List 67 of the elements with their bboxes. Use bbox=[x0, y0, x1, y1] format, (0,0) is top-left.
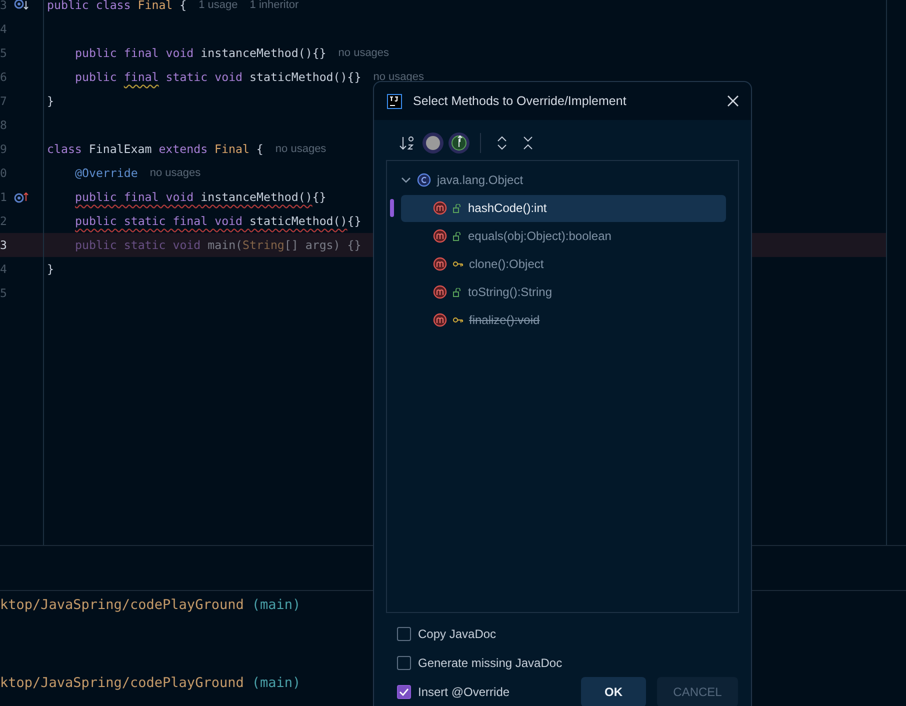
line-number: 3 bbox=[0, 0, 8, 12]
line-number: 2 bbox=[0, 214, 8, 228]
line-number: 1 bbox=[0, 190, 8, 204]
checkbox[interactable] bbox=[397, 627, 411, 641]
checkbox[interactable] bbox=[397, 685, 411, 699]
app-logo-icon bbox=[387, 94, 402, 108]
usage-hint[interactable]: no usages bbox=[150, 167, 201, 179]
code-text: @Override bbox=[74, 166, 138, 180]
line-number: 4 bbox=[0, 22, 8, 36]
code-text: class FinalExam extends Final { bbox=[47, 142, 264, 156]
method-item[interactable]: toString():String bbox=[401, 278, 726, 306]
code-text: } bbox=[47, 262, 54, 276]
line-number: 4 bbox=[0, 262, 8, 276]
line-number: 8 bbox=[0, 118, 8, 132]
code-text: public static final void staticMethod(){} bbox=[74, 214, 362, 228]
cancel-button[interactable]: CANCEL bbox=[657, 677, 738, 706]
checkbox[interactable] bbox=[397, 656, 411, 670]
code-text: public class Final { bbox=[47, 0, 187, 12]
method-item[interactable]: equals(obj:Object):boolean bbox=[401, 222, 726, 250]
usage-hint[interactable]: no usages bbox=[373, 71, 424, 83]
code-text: public final void instanceMethod(){} bbox=[74, 46, 326, 60]
method-item[interactable]: clone():Object bbox=[401, 250, 726, 278]
code-text: } bbox=[47, 94, 54, 108]
code-text: public final void instanceMethod(){} bbox=[74, 190, 326, 204]
tree-item[interactable]: java.lang.Object bbox=[401, 166, 726, 194]
open-lock-icon bbox=[453, 204, 462, 212]
key-icon bbox=[453, 260, 463, 268]
git-branch: (main) bbox=[252, 597, 301, 613]
line-number: 0 bbox=[0, 166, 8, 180]
terminal-path: ktop/JavaSpring/codePlayGround bbox=[0, 675, 244, 691]
class-icon bbox=[417, 173, 431, 187]
open-lock-icon bbox=[453, 232, 462, 240]
method-item[interactable]: finalize():void bbox=[401, 306, 726, 334]
option-checkbox[interactable]: Generate missing JavaDoc bbox=[397, 654, 562, 672]
method-icon bbox=[433, 229, 447, 243]
open-lock-icon bbox=[453, 288, 462, 296]
key-icon bbox=[453, 316, 463, 324]
line-number: 7 bbox=[0, 94, 8, 108]
option-checkbox[interactable]: Copy JavaDoc bbox=[397, 625, 496, 643]
usage-hint[interactable]: no usages bbox=[338, 47, 390, 59]
line-number: 3 bbox=[0, 238, 8, 252]
method-icon bbox=[433, 285, 447, 299]
usage-hint[interactable]: 1 inheritor bbox=[250, 0, 299, 11]
overrides-icon[interactable] bbox=[14, 191, 29, 203]
implemented-icon[interactable] bbox=[14, 0, 29, 11]
terminal-path: ktop/JavaSpring/codePlayGround bbox=[0, 597, 244, 613]
line-number: 6 bbox=[0, 70, 8, 84]
git-branch: (main) bbox=[252, 675, 301, 691]
code-text: public final static void staticMethod(){} bbox=[74, 70, 362, 84]
method-icon bbox=[433, 257, 447, 271]
ok-button[interactable]: OK bbox=[581, 677, 646, 706]
method-icon bbox=[433, 201, 447, 215]
close-button[interactable] bbox=[725, 93, 741, 109]
option-checkbox[interactable]: Insert @Override bbox=[397, 683, 510, 701]
line-number: 5 bbox=[0, 46, 8, 60]
line-number: 5 bbox=[0, 286, 8, 300]
dialog-title: Select Methods to Override/Implement bbox=[413, 94, 628, 108]
method-item[interactable]: hashCode():int bbox=[401, 194, 726, 222]
interface-toggle-icon[interactable] bbox=[448, 132, 470, 154]
usage-hint[interactable]: no usages bbox=[275, 143, 326, 155]
code-text: public static void main(String[] args) {} bbox=[74, 238, 362, 252]
line-number: 9 bbox=[0, 142, 8, 156]
usage-hint[interactable]: 1 usage bbox=[198, 0, 238, 11]
circle-toggle-icon[interactable] bbox=[422, 132, 444, 154]
method-icon bbox=[433, 313, 447, 327]
selection-marker bbox=[390, 199, 394, 217]
chevron-icon[interactable] bbox=[401, 176, 411, 184]
